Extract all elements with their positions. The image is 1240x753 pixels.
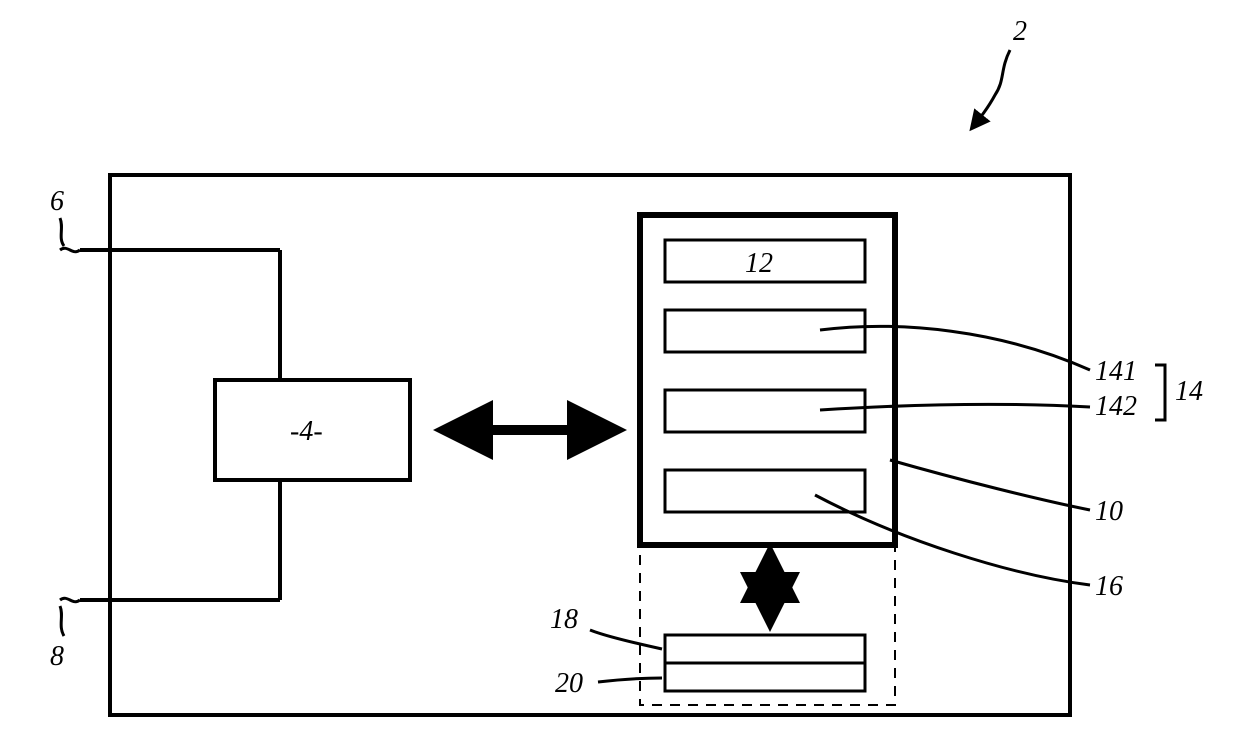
- leader-20: [598, 678, 662, 682]
- label-18: 18: [550, 604, 578, 635]
- port-bottom-label: 8: [50, 641, 64, 672]
- label-10: 10: [1095, 496, 1123, 527]
- label-142: 142: [1095, 391, 1137, 422]
- inner-block-2: [665, 310, 865, 352]
- dashed-block-top: [665, 635, 865, 663]
- assembly-pointer: 2: [972, 16, 1027, 128]
- port-top: 6: [50, 186, 64, 246]
- inner-block-1-label: 12: [745, 248, 773, 279]
- diagram-root: 2 6 8 -4- 12 141 142 14: [0, 0, 1240, 753]
- assembly-label: 2: [1013, 16, 1027, 47]
- port-bottom: 8: [50, 606, 64, 672]
- label-14: 14: [1175, 376, 1203, 407]
- port-top-label: 6: [50, 186, 64, 217]
- dashed-block-bottom: [665, 663, 865, 691]
- leader-10: [890, 460, 1090, 510]
- leader-141: [820, 326, 1090, 370]
- leader-18: [590, 630, 662, 649]
- label-20: 20: [555, 668, 583, 699]
- bracket-14: [1155, 365, 1165, 420]
- label-16: 16: [1095, 571, 1123, 602]
- leader-142: [820, 404, 1090, 410]
- inner-block-3: [665, 390, 865, 432]
- leader-16: [815, 495, 1090, 585]
- label-141: 141: [1095, 356, 1137, 387]
- left-block-label: -4-: [290, 416, 323, 447]
